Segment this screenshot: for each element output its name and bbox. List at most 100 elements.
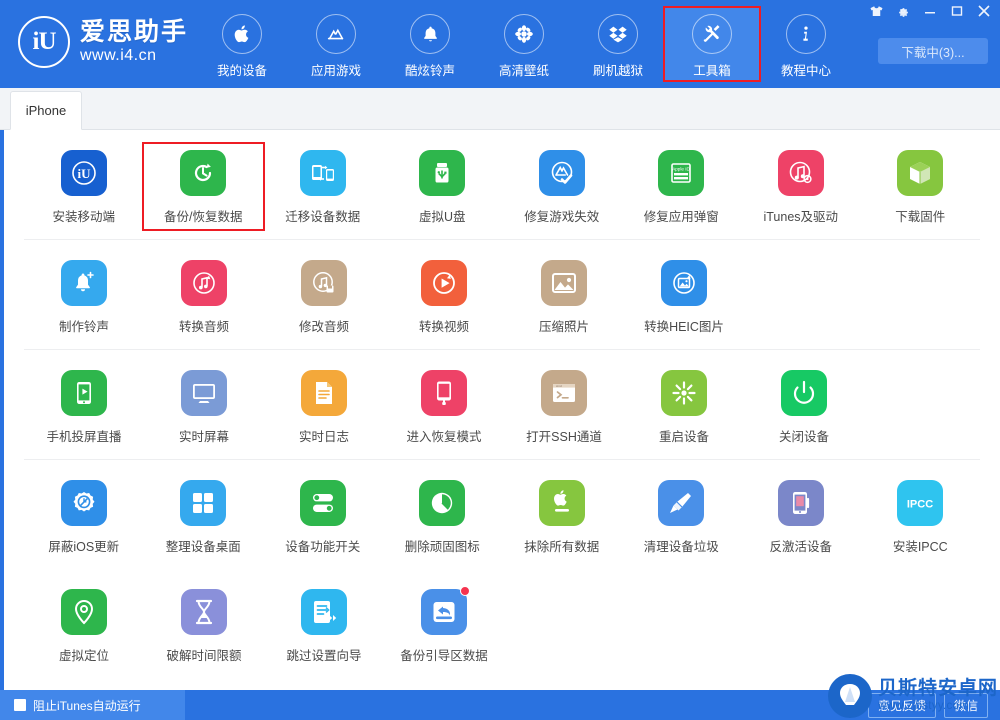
tool-item[interactable]: 修改音频	[264, 254, 384, 339]
tools-icon	[692, 14, 732, 54]
fix-game-icon	[538, 150, 585, 196]
remove-icon-icon	[419, 480, 466, 526]
download-status-button[interactable]: 下载中(3)...	[878, 38, 988, 64]
tool-item[interactable]: 设备功能开关	[263, 474, 383, 559]
edit-audio-icon	[301, 260, 347, 306]
tool-item[interactable]: 转换HEIC图片	[624, 254, 744, 339]
tool-item[interactable]: 压缩照片	[504, 254, 624, 339]
tool-label: 重启设备	[658, 430, 709, 444]
tool-item[interactable]: 虚拟U盘	[383, 144, 503, 229]
gear-icon[interactable]	[895, 3, 911, 19]
tool-item[interactable]: 破解时间限额	[144, 583, 264, 668]
nav-item-toolbox[interactable]: 工具箱	[663, 6, 761, 82]
tool-item[interactable]: 备份/恢复数据	[141, 142, 265, 231]
feedback-button[interactable]: 意见反馈	[867, 692, 936, 718]
dropbox-icon	[598, 14, 638, 54]
tool-label: 手机投屏直播	[46, 430, 122, 444]
tool-item[interactable]: 屏蔽iOS更新	[24, 474, 144, 559]
power-off-icon	[781, 370, 827, 416]
tool-item[interactable]: 实时屏幕	[144, 364, 264, 449]
tool-item[interactable]: 重启设备	[624, 364, 744, 449]
tool-label: 虚拟U盘	[418, 210, 466, 224]
nav-item-app-games[interactable]: 应用游戏	[289, 8, 383, 80]
maximize-icon[interactable]	[949, 3, 965, 19]
tool-item[interactable]: 迁移设备数据	[263, 144, 383, 229]
flower-icon	[504, 14, 544, 54]
tool-label: 修复应用弹窗	[643, 210, 719, 224]
tool-item[interactable]: 备份引导区数据	[384, 583, 504, 668]
nav-item-ringtones[interactable]: 酷炫铃声	[383, 8, 477, 80]
tab-label: iPhone	[25, 103, 67, 118]
toolbox-content: iU 安装移动端 备份/恢复数据 迁移设备数据 虚拟U盘 修复游戏失效 Apple ID 修复…	[0, 130, 1000, 690]
appstore-icon	[316, 14, 356, 54]
wechat-button[interactable]: 微信	[943, 692, 988, 718]
tool-item[interactable]: 关闭设备	[744, 364, 864, 449]
wechat-label: 微信	[953, 698, 978, 713]
tool-row: 虚拟定位 破解时间限额 跳过设置向导 备份引导区数据	[24, 569, 980, 678]
tool-item[interactable]: cmd 打开SSH通道	[504, 364, 624, 449]
svg-text:iU: iU	[77, 166, 91, 181]
tool-label: 整理设备桌面	[165, 540, 241, 554]
nav-item-flash-jailbreak[interactable]: 刷机越狱	[571, 8, 665, 80]
brand: iU 爱思助手 www.i4.cn	[18, 16, 188, 68]
notification-badge	[460, 586, 470, 596]
tool-item[interactable]: 下载固件	[861, 144, 981, 229]
nav-item-my-device[interactable]: 我的设备	[195, 8, 289, 80]
tool-item[interactable]: 制作铃声	[24, 254, 144, 339]
tool-item[interactable]: IPCC 安装IPCC	[861, 474, 981, 559]
tool-item[interactable]: 进入恢复模式	[384, 364, 504, 449]
tool-item[interactable]: 虚拟定位	[24, 583, 144, 668]
close-icon[interactable]	[976, 3, 992, 19]
restart-device-icon	[661, 370, 707, 416]
tool-item[interactable]: 抹除所有数据	[502, 474, 622, 559]
tool-label: 备份/恢复数据	[164, 210, 243, 224]
tool-label: 反激活设备	[769, 540, 832, 554]
tool-item[interactable]: 清理设备垃圾	[622, 474, 742, 559]
tool-item[interactable]: 跳过设置向导	[264, 583, 384, 668]
tab-bar: iPhone	[0, 88, 1000, 130]
tool-label: 转换视频	[418, 320, 469, 334]
block-itunes-checkbox[interactable]	[14, 699, 26, 711]
tool-item[interactable]: iU 安装移动端	[24, 144, 144, 229]
block-itunes-toggle[interactable]: 阻止iTunes自动运行	[0, 690, 185, 720]
window-controls	[868, 3, 992, 19]
brand-text: 爱思助手 www.i4.cn	[80, 19, 188, 64]
apple-id-icon: Apple ID	[658, 150, 705, 196]
tool-row: 制作铃声 转换音频 修改音频 转换视频 压缩照片 转换HEIC图片	[24, 240, 980, 350]
tool-item[interactable]: 实时日志	[264, 364, 384, 449]
tool-label: 转换HEIC图片	[644, 320, 724, 334]
nav-item-tutorials[interactable]: 教程中心	[759, 8, 853, 80]
erase-data-icon	[538, 480, 585, 526]
tool-item[interactable]: 整理设备桌面	[144, 474, 264, 559]
tool-label: 安装移动端	[52, 210, 115, 224]
tool-item[interactable]: 转换音频	[144, 254, 264, 339]
tool-item[interactable]: 修复游戏失效	[502, 144, 622, 229]
feature-toggle-icon	[299, 480, 346, 526]
tool-item[interactable]: 删除顽固图标	[383, 474, 503, 559]
svg-text:IPCC: IPCC	[907, 499, 933, 511]
tool-label: 实时屏幕	[178, 430, 229, 444]
tool-item[interactable]: iTunes及驱动	[741, 144, 861, 229]
tool-label: 关闭设备	[778, 430, 829, 444]
nav-label: 应用游戏	[310, 64, 361, 78]
tool-item[interactable]: 手机投屏直播	[24, 364, 144, 449]
make-ringtone-icon	[61, 260, 107, 306]
tool-item[interactable]: 反激活设备	[741, 474, 861, 559]
tab-iphone[interactable]: iPhone	[10, 91, 82, 130]
nav-label: 酷炫铃声	[404, 64, 455, 78]
skin-icon[interactable]	[868, 3, 884, 19]
brand-url: www.i4.cn	[80, 46, 157, 64]
minimize-icon[interactable]	[922, 3, 938, 19]
tool-label: 删除顽固图标	[404, 540, 480, 554]
tool-item[interactable]: Apple ID 修复应用弹窗	[622, 144, 742, 229]
skip-setup-icon	[301, 589, 347, 635]
tool-label: 迁移设备数据	[285, 210, 361, 224]
tool-row: iU 安装移动端 备份/恢复数据 迁移设备数据 虚拟U盘 修复游戏失效 Apple ID 修复…	[24, 130, 980, 240]
nav-item-wallpapers[interactable]: 高清壁纸	[477, 8, 571, 80]
info-icon	[786, 14, 826, 54]
tool-label: 下载固件	[895, 210, 946, 224]
backup-boot-icon	[421, 586, 470, 635]
svg-text:Apple ID: Apple ID	[672, 167, 690, 172]
brand-logo-icon: iU	[18, 16, 70, 68]
tool-item[interactable]: 转换视频	[384, 254, 504, 339]
